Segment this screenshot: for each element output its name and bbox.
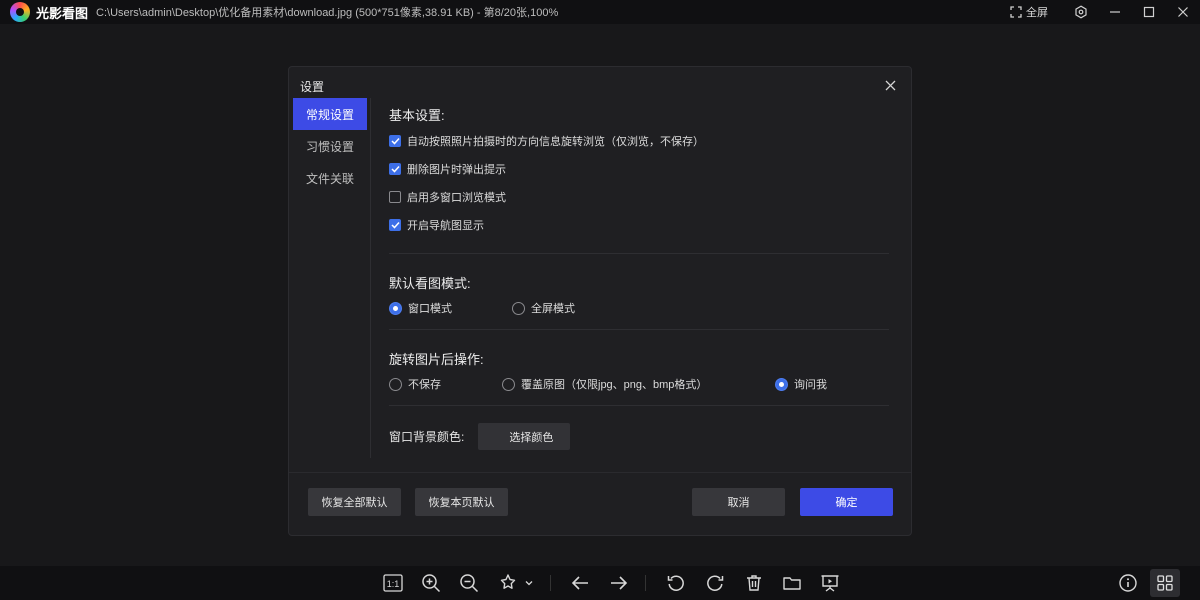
- delete-icon: [747, 575, 761, 591]
- slideshow-button[interactable]: [818, 571, 842, 595]
- checkbox-checked-icon[interactable]: [389, 219, 401, 231]
- folder-icon: [783, 577, 801, 590]
- checkbox-label: 开启导航图显示: [407, 220, 484, 232]
- actual-size-button[interactable]: 1:1: [381, 571, 405, 595]
- zoom-out-button[interactable]: [457, 571, 481, 595]
- ok-button[interactable]: 确定: [800, 488, 893, 516]
- zoom-out-icon: [460, 574, 479, 593]
- checkbox-navigator[interactable]: 开启导航图显示: [389, 211, 889, 239]
- checkbox-delete-prompt[interactable]: 删除图片时弹出提示: [389, 155, 889, 183]
- toolbar-divider: [645, 575, 646, 591]
- bg-color-row: 窗口背景颜色: 选择颜色: [389, 423, 889, 450]
- radio-fullscreen-mode[interactable]: 全屏模式: [512, 300, 575, 316]
- minimize-button[interactable]: [1098, 0, 1132, 24]
- magic-icon: [500, 574, 516, 589]
- choose-color-button[interactable]: 选择颜色: [478, 423, 571, 450]
- radio-unselected-icon[interactable]: [389, 377, 402, 391]
- radio-ask-me[interactable]: 询问我: [775, 376, 827, 392]
- checkbox-auto-rotate[interactable]: 自动按照照片拍摄时的方向信息旋转浏览（仅浏览，不保存）: [389, 127, 889, 155]
- close-icon: [1178, 7, 1188, 17]
- radio-overwrite[interactable]: 覆盖原图（仅限jpg、png、bmp格式）: [502, 376, 707, 392]
- app-name: 光影看图: [36, 5, 89, 21]
- delete-button[interactable]: [742, 571, 766, 595]
- radio-selected-icon[interactable]: [775, 377, 788, 391]
- nav-item-file-association[interactable]: 文件关联: [293, 162, 367, 194]
- rotate-right-button[interactable]: [703, 571, 727, 595]
- fullscreen-label: 全屏: [1026, 7, 1048, 19]
- settings-dialog: 设置 常规设置 习惯设置 文件关联 基本设置: 自动按照照片拍摄时的方向信息旋转…: [288, 66, 912, 536]
- checkbox-checked-icon[interactable]: [389, 163, 401, 175]
- checkbox-unchecked-icon[interactable]: [389, 191, 401, 203]
- next-button[interactable]: [607, 571, 631, 595]
- nav-item-habits[interactable]: 习惯设置: [293, 130, 367, 162]
- dialog-close-button[interactable]: [881, 76, 899, 94]
- radio-label: 窗口模式: [408, 303, 452, 315]
- view-mode-title: 默认看图模式:: [389, 276, 471, 291]
- actual-size-icon: 1:1: [383, 574, 403, 592]
- rotate-left-icon: [667, 575, 684, 591]
- radio-window-mode[interactable]: 窗口模式: [389, 300, 452, 316]
- maximize-icon: [1143, 6, 1155, 18]
- radio-no-save[interactable]: 不保存: [389, 376, 441, 392]
- fullscreen-button[interactable]: 全屏: [1010, 4, 1048, 20]
- magic-button[interactable]: [496, 571, 520, 595]
- open-folder-button[interactable]: [780, 571, 804, 595]
- maximize-button[interactable]: [1132, 0, 1166, 24]
- settings-content: 基本设置: 自动按照照片拍摄时的方向信息旋转浏览（仅浏览，不保存） 删除图片时弹…: [389, 105, 889, 450]
- radio-unselected-icon[interactable]: [502, 377, 515, 391]
- nav-divider: [370, 98, 371, 458]
- checkbox-checked-icon[interactable]: [389, 135, 401, 147]
- view-mode-radio-group: 窗口模式 全屏模式: [389, 298, 889, 318]
- hexagon-settings-icon: [1075, 5, 1087, 19]
- radio-label: 询问我: [794, 379, 827, 391]
- info-icon: [1119, 574, 1137, 592]
- rotate-action-radio-group: 不保存 覆盖原图（仅限jpg、png、bmp格式） 询问我: [389, 374, 889, 394]
- next-icon: [611, 576, 628, 590]
- checkbox-multi-window[interactable]: 启用多窗口浏览模式: [389, 183, 889, 211]
- checkbox-label: 删除图片时弹出提示: [407, 164, 506, 176]
- zoom-in-icon: [422, 574, 441, 593]
- bg-color-label: 窗口背景颜色:: [389, 430, 465, 444]
- basic-settings-title: 基本设置:: [389, 108, 445, 123]
- grid-icon: [1157, 575, 1173, 591]
- radio-unselected-icon[interactable]: [512, 301, 525, 315]
- checkbox-label: 自动按照照片拍摄时的方向信息旋转浏览（仅浏览，不保存）: [407, 136, 704, 148]
- toolbar-divider: [550, 575, 551, 591]
- cancel-button[interactable]: 取消: [692, 488, 785, 516]
- reset-all-button[interactable]: 恢复全部默认: [308, 488, 401, 516]
- file-info: C:\Users\admin\Desktop\优化备用素材\download.j…: [96, 7, 559, 19]
- close-window-button[interactable]: [1166, 0, 1200, 24]
- footer-divider: [289, 472, 911, 473]
- minimize-icon: [1110, 11, 1120, 13]
- prev-icon: [571, 576, 588, 590]
- rotate-left-button[interactable]: [664, 571, 688, 595]
- checkbox-label: 启用多窗口浏览模式: [407, 192, 506, 204]
- bottom-toolbar: 1:1: [0, 566, 1200, 600]
- info-button[interactable]: [1116, 571, 1140, 595]
- radio-label: 不保存: [408, 379, 441, 391]
- prev-button[interactable]: [568, 571, 592, 595]
- radio-selected-icon[interactable]: [389, 301, 402, 315]
- app-logo-icon: [10, 2, 30, 22]
- close-icon: [885, 80, 895, 90]
- settings-nav: 常规设置 习惯设置 文件关联: [293, 98, 367, 194]
- radio-label: 全屏模式: [531, 303, 575, 315]
- title-bar: 光影看图 C:\Users\admin\Desktop\优化备用素材\downl…: [0, 0, 1200, 24]
- svg-text:1:1: 1:1: [387, 579, 400, 589]
- settings-button[interactable]: [1064, 0, 1098, 24]
- fullscreen-icon: [1010, 6, 1022, 18]
- reset-page-button[interactable]: 恢复本页默认: [415, 488, 508, 516]
- rotate-action-title: 旋转图片后操作:: [389, 352, 484, 367]
- chevron-down-icon: [525, 581, 533, 586]
- grid-view-button[interactable]: [1150, 569, 1180, 597]
- slideshow-icon: [821, 575, 839, 592]
- dialog-title: 设置: [300, 80, 325, 94]
- zoom-in-button[interactable]: [419, 571, 443, 595]
- nav-item-general[interactable]: 常规设置: [293, 98, 367, 130]
- rotate-right-icon: [707, 575, 724, 591]
- radio-label: 覆盖原图（仅限jpg、png、bmp格式）: [521, 379, 708, 391]
- magic-dropdown-button[interactable]: [521, 571, 537, 595]
